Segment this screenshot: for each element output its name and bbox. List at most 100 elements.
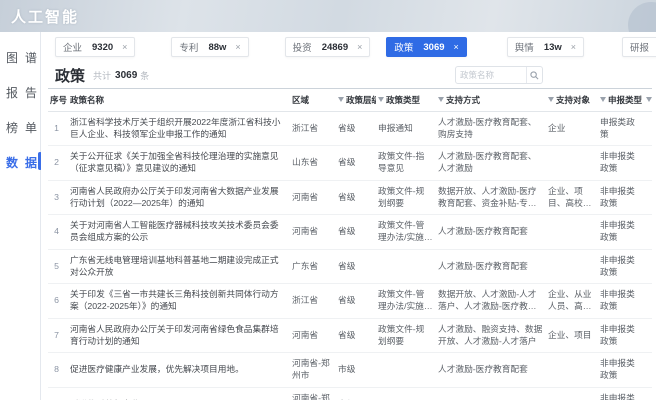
section-header: 政策 共计 3069 条	[41, 62, 656, 88]
cell-more	[644, 352, 652, 388]
table-row[interactable]: 5 广东省无线电管理培训基地科普基地二期建设完成正式对公众开放 广东省 省级 人…	[48, 249, 652, 285]
filter-funnel-icon[interactable]	[600, 97, 606, 102]
filter-chip[interactable]: 投资 24869 ×	[284, 37, 371, 57]
search-button[interactable]	[526, 67, 542, 83]
cell-more	[644, 180, 652, 216]
cell-target	[546, 145, 598, 181]
cell-seq: 4	[48, 214, 68, 250]
search-icon	[530, 70, 539, 79]
column-header-label: 区域	[292, 95, 310, 105]
chip-count: 24869	[321, 41, 349, 53]
cell-policy-name[interactable]: 广东省无线电管理培训基地科普基地二期建设完成正式对公众开放	[68, 249, 290, 285]
cell-level: 市级	[336, 387, 376, 400]
chip-remove-icon[interactable]: ×	[122, 42, 127, 52]
cell-level: 市级	[336, 352, 376, 388]
policy-table: 序号 政策名称 区域 政策层级 政策类型 支持方式 支持对象 申报类型 1 浙江…	[48, 88, 652, 400]
cell-apply-type: 非申报类政策	[598, 352, 644, 388]
cell-policy-name[interactable]: 关于对河南省人工智能医疗器械科技攻关技术委员会委员会组成方案的公示	[68, 214, 290, 250]
cell-policy-name[interactable]: 河南省人民政府办公厅关于印发河南省绿色食品集群培育行动计划的通知	[68, 318, 290, 354]
filter-chip[interactable]: 企业 9320 ×	[55, 37, 136, 57]
cell-target	[546, 214, 598, 250]
cell-policy-name[interactable]: 促进医疗健康产业发展，优先解决项目用地。	[68, 352, 290, 388]
sidebar-item-graph[interactable]: 图谱	[0, 40, 40, 75]
chip-remove-icon[interactable]: ×	[357, 42, 362, 52]
chip-count: 13w	[543, 41, 562, 53]
sidebar-item-label: 图谱	[6, 51, 45, 65]
table-row[interactable]: 4 关于对河南省人工智能医疗器械科技攻关技术委员会委员会组成方案的公示 河南省 …	[48, 214, 652, 250]
chip-remove-icon[interactable]: ×	[571, 42, 576, 52]
cell-policy-name[interactable]: 关于公开征求《关于加强全省科技伦理治理的实施意见（征求意见稿）》意见建议的通知	[68, 145, 290, 181]
cell-level: 省级	[336, 318, 376, 354]
cell-seq: 2	[48, 145, 68, 181]
cell-more	[644, 145, 652, 181]
sidebar-item-ranking[interactable]: 榜单	[0, 110, 40, 145]
main-layout: 图谱 报告 榜单 数据 企业 9320 × 专利 88w × 投资 24869 …	[0, 32, 656, 400]
table-row[interactable]: 2 关于公开征求《关于加强全省科技伦理治理的实施意见（征求意见稿）》意见建议的通…	[48, 145, 652, 181]
column-header: 序号	[48, 88, 68, 112]
table-row[interactable]: 7 河南省人民政府办公厅关于印发河南省绿色食品集群培育行动计划的通知 河南省 省…	[48, 318, 652, 354]
table-row[interactable]: 1 浙江省科学技术厅关于组织开展2022年度浙江省科技小巨人企业、科技领军企业申…	[48, 111, 652, 147]
cell-policy-name[interactable]: 关于印发《三省一市共建长三角科技创新共同体行动方案（2022-2025年）》的通…	[68, 283, 290, 319]
cell-region: 浙江省	[290, 283, 336, 319]
cell-apply-type: 非申报类政策	[598, 145, 644, 181]
column-header-label: 政策类型	[386, 95, 421, 105]
page-title: 人工智能	[11, 8, 80, 26]
cell-level: 省级	[336, 111, 376, 147]
table-row[interactable]: 6 关于印发《三省一市共建长三角科技创新共同体行动方案（2022-2025年）》…	[48, 283, 652, 319]
filter-chip[interactable]: 政策 3069 ×	[386, 37, 467, 57]
table-body: 1 浙江省科学技术厅关于组织开展2022年度浙江省科技小巨人企业、科技领军企业申…	[48, 111, 652, 400]
chip-label: 企业	[63, 43, 83, 54]
cell-method: 人才激励、融资支持、数据开放、人才激励-人才落户	[436, 318, 546, 354]
cell-seq: 1	[48, 111, 68, 147]
filter-chip[interactable]: 舆情 13w ×	[506, 37, 585, 57]
cell-region: 河南省-郑州市	[290, 387, 336, 400]
cell-level: 省级	[336, 249, 376, 285]
cell-target	[546, 352, 598, 388]
cell-method: 人才激励-医疗教育配套	[436, 352, 546, 388]
cell-more	[644, 214, 652, 250]
filter-funnel-icon[interactable]	[438, 97, 444, 102]
filter-chip[interactable]: 专利 88w ×	[171, 37, 249, 57]
chip-label: 投资	[292, 43, 312, 54]
sidebar-item-data[interactable]: 数据	[0, 145, 42, 180]
filter-funnel-icon[interactable]	[646, 97, 652, 102]
filter-chip[interactable]: 研报 179 ×	[622, 37, 656, 57]
cell-policy-name[interactable]: 引进优质总部企业	[68, 387, 290, 400]
filter-chip-bar: 企业 9320 × 专利 88w × 投资 24869 × 政策 3069 × …	[41, 32, 656, 62]
cell-policy-name[interactable]: 河南省人民政府办公厅关于印发河南省大数据产业发展行动计划（2022—2025年）…	[68, 180, 290, 216]
cell-type: 政策文件-管理办法/实施方案	[376, 214, 436, 250]
cell-policy-name[interactable]: 浙江省科学技术厅关于组织开展2022年度浙江省科技小巨人企业、科技领军企业申报工…	[68, 111, 290, 147]
cell-type: 申报通知	[376, 111, 436, 147]
policy-search-input[interactable]	[456, 70, 526, 80]
cell-type: 政策文件-管理办法/实施方案	[376, 283, 436, 319]
cell-type	[376, 249, 436, 285]
cell-method: 人才激励-医疗教育配套	[436, 214, 546, 250]
chip-remove-icon[interactable]: ×	[235, 42, 240, 52]
cell-level: 省级	[336, 180, 376, 216]
cell-region: 山东省	[290, 145, 336, 181]
filter-funnel-icon[interactable]	[378, 97, 384, 102]
filter-funnel-icon[interactable]	[548, 97, 554, 102]
cell-seq: 9	[48, 387, 68, 400]
table-row[interactable]: 3 河南省人民政府办公厅关于印发河南省大数据产业发展行动计划（2022—2025…	[48, 180, 652, 216]
chip-label: 研报	[630, 43, 650, 54]
cell-more	[644, 318, 652, 354]
cell-method: 数据开放、人才激励-医疗教育配套、资金补贴-专项资金、资金补贴、人才激励、…	[436, 180, 546, 216]
page-banner: 人工智能	[0, 0, 656, 32]
table-row[interactable]: 9 引进优质总部企业 河南省-郑州市 市级 非申报类政策	[48, 387, 652, 400]
cell-type: 政策文件-规划纲要	[376, 318, 436, 354]
cell-region: 河南省	[290, 214, 336, 250]
content-area: 企业 9320 × 专利 88w × 投资 24869 × 政策 3069 × …	[41, 32, 656, 400]
cell-type	[376, 352, 436, 388]
filter-funnel-icon[interactable]	[338, 97, 344, 102]
sidebar-item-report[interactable]: 报告	[0, 75, 40, 110]
cell-seq: 3	[48, 180, 68, 216]
cell-region: 河南省-郑州市	[290, 352, 336, 388]
cell-seq: 6	[48, 283, 68, 319]
chip-remove-icon[interactable]: ×	[454, 42, 459, 52]
column-header: 支持方式	[436, 88, 546, 112]
cell-method: 人才激励-医疗教育配套	[436, 249, 546, 285]
policy-search-box	[455, 66, 543, 84]
table-row[interactable]: 8 促进医疗健康产业发展，优先解决项目用地。 河南省-郑州市 市级 人才激励-医…	[48, 352, 652, 388]
column-header	[644, 88, 652, 112]
